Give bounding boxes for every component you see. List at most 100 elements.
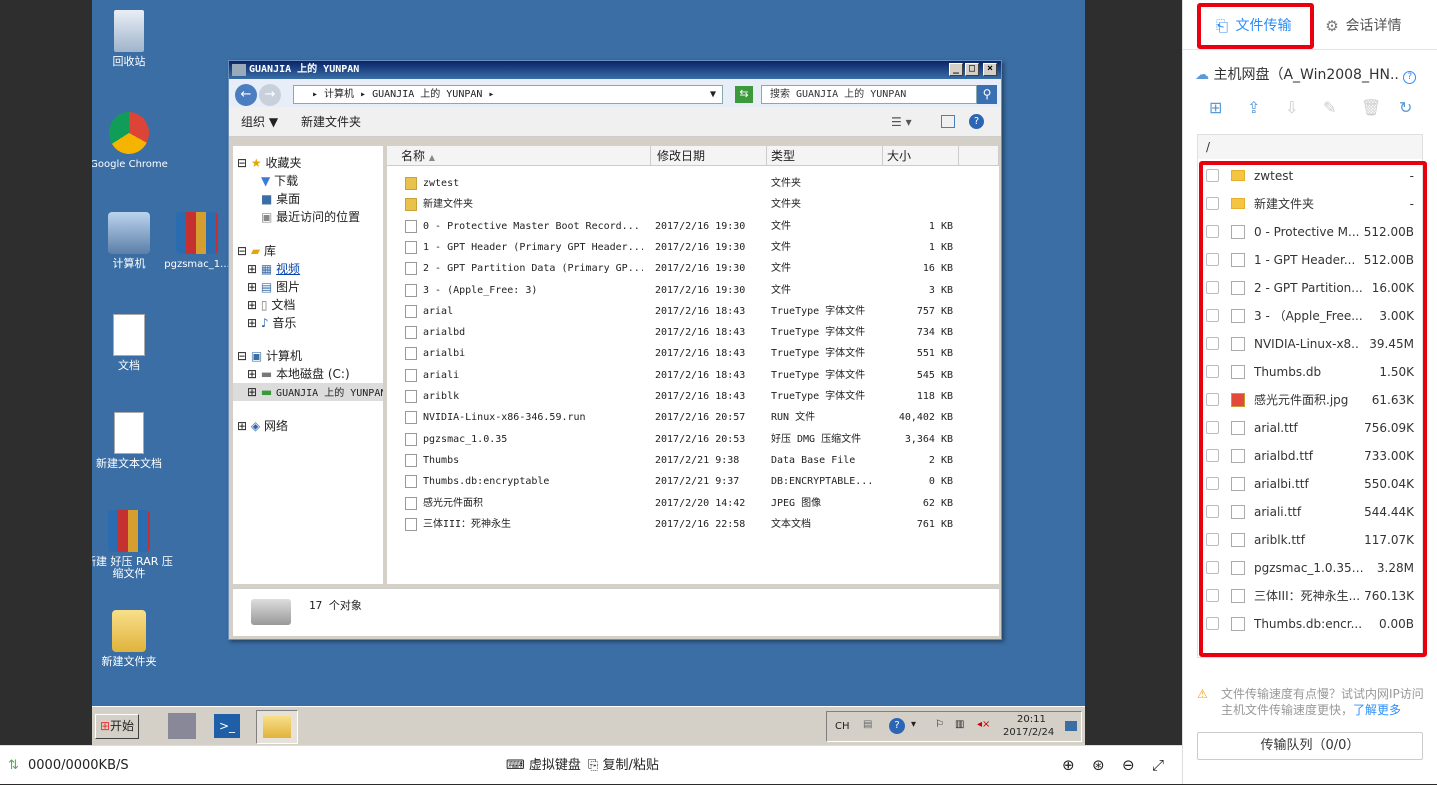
- nav-network[interactable]: ⊞ ◈ 网络: [237, 417, 288, 435]
- minimize-button[interactable]: _: [949, 63, 963, 76]
- zoom-fit-icon[interactable]: ⊛: [1092, 746, 1105, 785]
- file-row[interactable]: 3 - (Apple_Free: 3) 2017/2/16 19:30 文件 3 KB: [387, 280, 999, 301]
- nav-local-disk[interactable]: ⊞ ▬ 本地磁盘 (C:): [247, 365, 350, 383]
- file-row[interactable]: 1 - GPT Header (Primary GPT Header... 201…: [387, 237, 999, 258]
- file-row[interactable]: ariali 2017/2/16 18:43 TrueType 字体文件 545 KB: [387, 365, 999, 386]
- keyboard-icon[interactable]: ▤: [863, 719, 872, 730]
- remote-desktop[interactable]: 回收站 Google Chrome 计算机 pgzsmac_1... 文档 新建…: [92, 0, 1085, 745]
- zoom-out-icon[interactable]: ⊖: [1122, 746, 1135, 785]
- clock-date[interactable]: 2017/2/24: [1003, 727, 1054, 738]
- search-input[interactable]: 搜索 GUANJIA 上的 YUNPAN: [761, 85, 977, 104]
- nav-pictures[interactable]: ⊞ ▤ 图片: [247, 278, 300, 296]
- organize-button[interactable]: 组织 ▼: [241, 107, 278, 137]
- preview-pane-icon[interactable]: [941, 115, 955, 128]
- file-row[interactable]: arialbi 2017/2/16 18:43 TrueType 字体文件 551 K…: [387, 343, 999, 364]
- zoom-in-icon[interactable]: ⊕: [1062, 746, 1075, 785]
- explorer-taskbar-button[interactable]: [256, 710, 298, 744]
- column-header-name[interactable]: 名称 ▲: [387, 146, 651, 166]
- file-date: 2017/2/16 19:30: [655, 263, 746, 275]
- file-icon: [405, 432, 417, 446]
- chrome-icon: [109, 112, 149, 154]
- powershell-icon[interactable]: >_: [214, 714, 240, 738]
- file-row[interactable]: 2 - GPT Partition Data (Primary GP... 201…: [387, 258, 999, 279]
- file-row[interactable]: 0 - Protective Master Boot Record... 2017…: [387, 216, 999, 237]
- nav-recent[interactable]: ▣ 最近访问的位置: [261, 208, 360, 226]
- file-row[interactable]: Thumbs 2017/2/21 9:38 Data Base File 2 KB: [387, 450, 999, 471]
- nav-videos[interactable]: ⊞ ▦ 视频: [247, 260, 300, 278]
- nav-yunpan[interactable]: ⊞ ▬ GUANJIA 上的 YUNPAN: [233, 383, 383, 401]
- window-titlebar[interactable]: GUANJIA 上的 YUNPAN _ □ ×: [229, 61, 1001, 79]
- file-row[interactable]: ariblk 2017/2/16 18:43 TrueType 字体文件 118 KB: [387, 386, 999, 407]
- language-indicator[interactable]: CH: [835, 721, 850, 732]
- nav-music[interactable]: ⊞ ♪ 音乐: [247, 314, 296, 332]
- rename-icon[interactable]: ✎: [1323, 98, 1336, 117]
- file-list[interactable]: 名称 ▲ 修改日期 类型 大小 zwtest 文件夹 新建文件夹 文件夹 0 - Pro…: [387, 146, 999, 584]
- desktop-icon-documents[interactable]: 文档: [92, 314, 174, 372]
- back-button[interactable]: ←: [235, 84, 257, 106]
- column-header-modified[interactable]: 修改日期: [651, 146, 767, 166]
- new-folder-button[interactable]: 新建文件夹: [301, 107, 361, 137]
- file-row[interactable]: Thumbs.db:encryptable 2017/2/21 9:37 DB:EN…: [387, 471, 999, 492]
- learn-more-link[interactable]: 了解更多: [1353, 703, 1401, 717]
- chevron-down-icon[interactable]: ▼: [710, 86, 716, 103]
- explorer-window[interactable]: GUANJIA 上的 YUNPAN _ □ × ← → ▸ 计算机 ▸ GUAN…: [228, 60, 1002, 640]
- nav-libraries[interactable]: ⊟ ▰ 库: [237, 242, 276, 260]
- chevron-down-icon[interactable]: ▾: [911, 719, 916, 730]
- refresh-icon[interactable]: ⇆: [735, 86, 753, 103]
- tab-label: 文件传输: [1235, 18, 1292, 34]
- file-row[interactable]: 感光元件面积 2017/2/20 14:42 JPEG 图像 62 KB: [387, 493, 999, 514]
- search-icon[interactable]: ⚲: [977, 85, 997, 104]
- start-button[interactable]: ⊞开始: [95, 714, 139, 739]
- desktop-icon-new-rar[interactable]: 新建 好压 RAR 压缩文件: [92, 510, 174, 580]
- network-status-icon[interactable]: ▥: [955, 719, 964, 730]
- desktop-icon-pgzsmac[interactable]: pgzsmac_1...: [160, 212, 234, 271]
- refresh-icon[interactable]: ↻: [1399, 98, 1412, 117]
- column-header-size[interactable]: 大小: [883, 146, 959, 166]
- file-row[interactable]: 三体III：死神永生 2017/2/16 22:58 文本文档 761 KB: [387, 514, 999, 535]
- nav-label: 文档: [271, 298, 296, 312]
- nav-documents[interactable]: ⊞ ▯ 文档: [247, 296, 295, 314]
- file-row[interactable]: zwtest 文件夹: [387, 173, 999, 194]
- help-icon[interactable]: ?: [889, 718, 905, 734]
- copy-paste-button[interactable]: ⎘ 复制/粘贴: [588, 746, 659, 785]
- nav-downloads[interactable]: ▼ 下载: [261, 172, 298, 190]
- show-desktop-icon[interactable]: [1065, 721, 1077, 731]
- video-icon: ▦: [260, 262, 273, 276]
- server-manager-icon[interactable]: [168, 713, 196, 739]
- nav-desktop[interactable]: ■ 桌面: [261, 190, 300, 208]
- forward-button[interactable]: →: [259, 84, 281, 106]
- address-bar[interactable]: ▸ 计算机 ▸ GUANJIA 上的 YUNPAN ▸ ▼: [293, 85, 723, 104]
- volume-muted-icon[interactable]: ◂×: [977, 719, 990, 730]
- tab-session-details[interactable]: ⚙ 会话详情: [1323, 15, 1401, 35]
- file-row[interactable]: 新建文件夹 文件夹: [387, 194, 999, 215]
- file-row[interactable]: pgzsmac_1.0.35 2017/2/16 20:53 好压 DMG 压缩文件…: [387, 429, 999, 450]
- transfer-queue-button[interactable]: 传输队列（0/0）: [1197, 732, 1423, 760]
- file-row[interactable]: arial 2017/2/16 18:43 TrueType 字体文件 757 KB: [387, 301, 999, 322]
- close-button[interactable]: ×: [983, 63, 997, 76]
- tab-file-transfer[interactable]: ⎗ 文件传输: [1213, 15, 1291, 35]
- file-row[interactable]: NVIDIA-Linux-x86-346.59.run 2017/2/16 20:…: [387, 407, 999, 428]
- download-icon[interactable]: ⇩: [1285, 98, 1298, 117]
- nav-computer[interactable]: ⊟ ▣ 计算机: [237, 347, 302, 365]
- fullscreen-icon[interactable]: ⤢: [1152, 746, 1164, 785]
- flag-icon[interactable]: ⚐: [935, 719, 944, 730]
- new-folder-icon[interactable]: ⊞: [1209, 98, 1222, 117]
- desktop-icon-chrome[interactable]: Google Chrome: [92, 112, 174, 171]
- clock-time[interactable]: 20:11: [1017, 714, 1046, 725]
- desktop-icon-recycle-bin[interactable]: 回收站: [92, 10, 174, 68]
- help-icon[interactable]: ?: [969, 114, 984, 129]
- nav-favorites[interactable]: ⊟ ★ 收藏夹: [237, 154, 301, 172]
- help-icon[interactable]: ?: [1403, 71, 1417, 84]
- view-options-icon[interactable]: ☰ ▾: [891, 107, 912, 137]
- maximize-button[interactable]: □: [965, 63, 979, 76]
- file-name: arialbi: [423, 348, 466, 360]
- file-row[interactable]: arialbd 2017/2/16 18:43 TrueType 字体文件 734 K…: [387, 322, 999, 343]
- nav-label: 下载: [274, 174, 299, 188]
- delete-icon[interactable]: 🗑: [1361, 98, 1381, 117]
- desktop-icon-new-text[interactable]: 新建文本文档: [92, 412, 174, 470]
- desktop-icon-new-folder[interactable]: 新建文件夹: [92, 610, 174, 668]
- upload-icon[interactable]: ⇪: [1247, 98, 1260, 117]
- column-header-type[interactable]: 类型: [767, 146, 883, 166]
- window-title: GUANJIA 上的 YUNPAN: [249, 64, 360, 75]
- virtual-keyboard-button[interactable]: ⌨ 虚拟键盘: [506, 746, 581, 785]
